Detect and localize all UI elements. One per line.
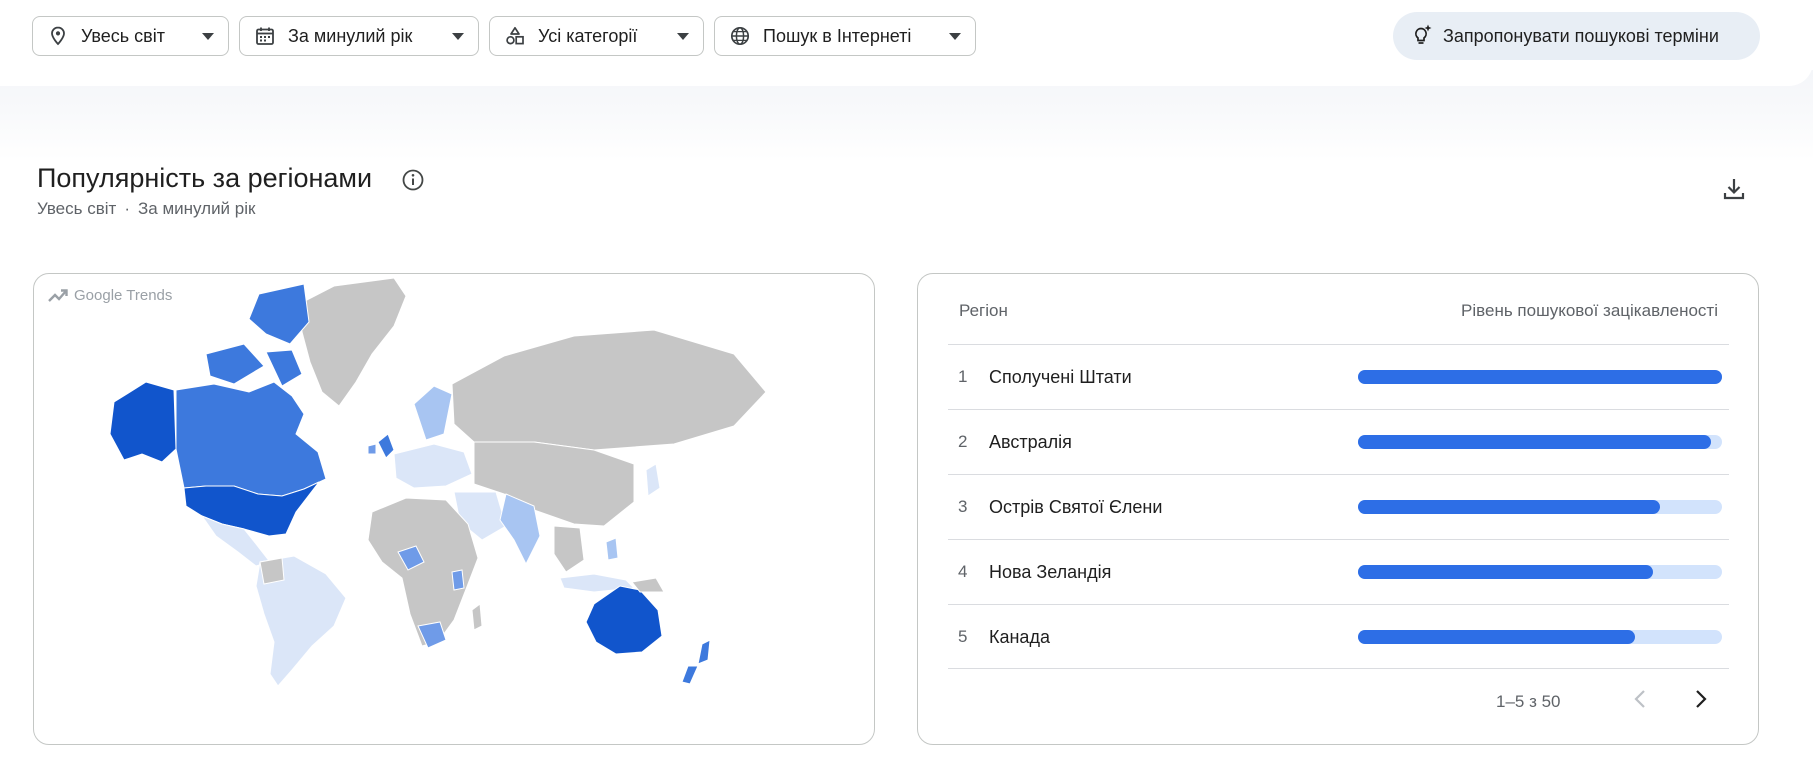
- map-region-madagascar: [471, 603, 483, 631]
- map-region-new-zealand: [697, 639, 711, 665]
- interest-bar: [1358, 565, 1722, 579]
- map-region-canada-islands: [205, 343, 265, 385]
- row-rank: 1: [958, 367, 968, 386]
- map-region-australia: [585, 585, 663, 655]
- subtitle-separator: ·: [124, 199, 130, 218]
- interest-bar: [1358, 630, 1722, 644]
- row-rank: 5: [958, 627, 968, 646]
- map-region-russia: [451, 329, 767, 451]
- row-rank: 4: [958, 562, 968, 581]
- interest-bar: [1358, 500, 1722, 514]
- row-region-name: Острів Святої Єлени: [989, 497, 1163, 517]
- row-region-name: Сполучені Штати: [989, 367, 1132, 387]
- column-header-region: Регіон: [959, 301, 1008, 320]
- location-filter[interactable]: Увесь світ: [32, 16, 229, 56]
- subtitle-time: За минулий рік: [138, 199, 256, 218]
- regions-list: 1 Сполучені Штати 2 Австралія 3 Острів С…: [948, 344, 1729, 669]
- interest-bar: [1358, 435, 1722, 449]
- section-subtitle: Увесь світ · За минулий рік: [37, 199, 255, 219]
- map-region-greenland: [298, 277, 407, 407]
- table-row[interactable]: 4 Нова Зеландія: [948, 539, 1729, 604]
- category-filter[interactable]: Усі категорії: [489, 16, 704, 56]
- globe-icon: [729, 25, 751, 47]
- download-icon[interactable]: [1719, 174, 1749, 204]
- row-rank: 2: [958, 432, 968, 451]
- map-region-southeast-asia: [553, 525, 585, 573]
- filter-bar: Увесь світ За минулий рік Усі категорії …: [0, 0, 1813, 86]
- table-row[interactable]: 3 Острів Святої Єлени: [948, 474, 1729, 539]
- interest-bar-fill: [1358, 630, 1635, 644]
- map-region-europe: [393, 443, 473, 489]
- map-region-scandinavia: [413, 385, 453, 441]
- row-region-name: Австралія: [989, 432, 1072, 452]
- google-trends-watermark: Google Trends: [48, 287, 172, 304]
- interest-bar: [1358, 370, 1722, 384]
- map-region-colombia: [259, 557, 285, 585]
- world-choropleth-map[interactable]: [34, 274, 875, 745]
- category-filter-label: Усі категорії: [538, 25, 638, 46]
- table-row[interactable]: 2 Австралія: [948, 409, 1729, 474]
- watermark-label: Google Trends: [74, 287, 173, 304]
- table-row[interactable]: 5 Канада: [948, 604, 1729, 669]
- map-region-canada-islands: [265, 349, 303, 387]
- chevron-down-icon: [452, 32, 464, 40]
- time-range-filter-label: За минулий рік: [288, 25, 413, 46]
- map-region-alaska: [109, 381, 177, 463]
- map-region-canada-islands: [248, 283, 310, 345]
- suggest-search-terms-button[interactable]: Запропонувати пошукові терміни: [1393, 12, 1760, 60]
- map-region-ireland: [367, 443, 377, 455]
- location-filter-label: Увесь світ: [81, 25, 165, 46]
- map-region-uk: [377, 433, 395, 459]
- info-icon[interactable]: [401, 168, 425, 192]
- map-region-new-zealand: [681, 665, 699, 685]
- chevron-down-icon: [677, 32, 689, 40]
- search-type-filter[interactable]: Пошук в Інтернеті: [714, 16, 976, 56]
- interest-bar-fill: [1358, 370, 1722, 384]
- column-header-interest: Рівень пошукової зацікавленості: [1461, 301, 1718, 320]
- chevron-left-icon[interactable]: [1626, 684, 1656, 714]
- interest-bar-fill: [1358, 500, 1661, 514]
- pagination-label: 1–5 з 50: [1496, 692, 1561, 711]
- suggest-search-terms-label: Запропонувати пошукові терміни: [1443, 25, 1719, 46]
- regions-table-card: Регіон Рівень пошукової зацікавленості 1…: [917, 273, 1759, 745]
- category-shapes-icon: [504, 25, 526, 47]
- row-rank: 3: [958, 497, 968, 516]
- row-region-name: Канада: [989, 627, 1050, 647]
- interest-bar-fill: [1358, 565, 1653, 579]
- map-region-kenya: [451, 569, 465, 591]
- chevron-down-icon: [949, 32, 961, 40]
- world-map-card: Google Trends: [33, 273, 875, 745]
- search-type-filter-label: Пошук в Інтернеті: [763, 25, 912, 46]
- calendar-icon: [254, 25, 276, 47]
- subtitle-location: Увесь світ: [37, 199, 117, 218]
- map-region-japan: [645, 463, 661, 497]
- sparkle-lightbulb-icon: [1413, 23, 1433, 50]
- chevron-right-icon[interactable]: [1685, 684, 1715, 714]
- row-region-name: Нова Зеландія: [989, 562, 1112, 582]
- interest-bar-fill: [1358, 435, 1712, 449]
- map-region-philippines: [605, 537, 619, 561]
- section-title: Популярність за регіонами: [37, 163, 373, 193]
- time-range-filter[interactable]: За минулий рік: [239, 16, 479, 56]
- map-region-canada: [175, 381, 327, 497]
- table-row[interactable]: 1 Сполучені Штати: [948, 344, 1729, 409]
- location-pin-icon: [47, 25, 69, 47]
- trending-icon: [48, 288, 68, 302]
- chevron-down-icon: [202, 32, 214, 40]
